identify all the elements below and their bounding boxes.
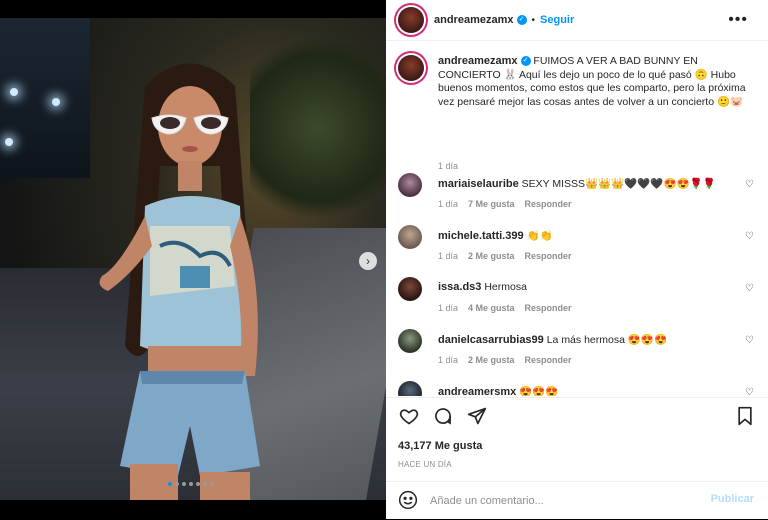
- share-paper-plane-icon[interactable]: [466, 406, 488, 428]
- comment-likes[interactable]: 4 Me gusta: [468, 303, 515, 313]
- comment-meta: 1 día 2 Me gusta Responder: [438, 251, 572, 261]
- street-lamp: [52, 98, 60, 106]
- comment-body: issa.ds3 Hermosa: [438, 281, 527, 293]
- comment-time[interactable]: 1 día: [438, 355, 458, 365]
- like-heart-icon[interactable]: [398, 406, 420, 428]
- comment-text: Hermosa: [484, 281, 527, 293]
- carousel-dot: [168, 482, 172, 486]
- comment-body: michele.tatti.399 👏👏: [438, 229, 553, 242]
- comment-item: issa.ds3 Hermosa 1 día 4 Me gusta Responde…: [398, 277, 758, 321]
- caption-text-block: andreamezamx ✓ FUIMOS A VER A BAD BUNNY E…: [438, 55, 748, 109]
- avatar[interactable]: [398, 55, 424, 81]
- save-bookmark-icon[interactable]: [734, 406, 756, 428]
- comment-body: danielcasarrubias99 La más hermosa 😍😍😍: [438, 333, 667, 346]
- person-figure: [99, 63, 260, 500]
- comment-username[interactable]: mariaiselauribe: [438, 178, 519, 190]
- comment-username[interactable]: andreamersmx: [438, 386, 516, 396]
- comment-username[interactable]: danielcasarrubias99: [438, 334, 544, 346]
- carousel-dot: [203, 482, 207, 486]
- reply-button[interactable]: Responder: [525, 251, 572, 261]
- action-icons: [398, 406, 488, 428]
- comment-item: michele.tatti.399 👏👏 1 día 2 Me gusta Resp…: [398, 225, 758, 269]
- comment-meta: 1 día 4 Me gusta Responder: [438, 303, 572, 313]
- comment-text: 👏👏: [526, 230, 553, 242]
- background-building: [0, 18, 90, 178]
- comment-item: mariaiselauribe SEXY MISSS👑👑👑🖤🖤🖤😍😍🌹🌹 1 d…: [398, 173, 758, 217]
- follow-button[interactable]: Seguir: [540, 14, 574, 26]
- avatar[interactable]: [398, 225, 422, 249]
- avatar[interactable]: [398, 277, 422, 301]
- comment-time[interactable]: 1 día: [438, 251, 458, 261]
- comment-username[interactable]: issa.ds3: [438, 281, 481, 293]
- comment-text: La más hermosa 😍😍😍: [546, 334, 668, 346]
- verified-badge-icon: ✓: [520, 56, 531, 67]
- avatar[interactable]: [398, 7, 424, 33]
- post-photo[interactable]: ›: [0, 18, 386, 500]
- comment-time[interactable]: 1 día: [438, 199, 458, 209]
- carousel-dot: [196, 482, 200, 486]
- like-comment-heart-icon[interactable]: ♡: [745, 335, 754, 346]
- avatar[interactable]: [398, 173, 422, 197]
- post-actions: 43,177 Me gusta HACE UN DÍA Publicar: [386, 397, 768, 516]
- carousel-dot: [189, 482, 193, 486]
- instagram-post-modal: › andreamezamx ✓ • Seguir ••• andreameza…: [0, 0, 768, 519]
- post-details-panel: andreamezamx ✓ • Seguir ••• andreamezamx…: [386, 0, 768, 519]
- add-comment-bar: Publicar: [386, 481, 768, 520]
- more-options-icon[interactable]: •••: [722, 10, 754, 30]
- posted-time[interactable]: HACE UN DÍA: [398, 460, 452, 469]
- separator-dot: •: [531, 14, 536, 26]
- street-lamp: [10, 88, 18, 96]
- carousel-next-button[interactable]: ›: [359, 252, 377, 270]
- comments-list[interactable]: andreamezamx ✓ FUIMOS A VER A BAD BUNNY E…: [386, 41, 768, 396]
- emoji-icon[interactable]: [398, 490, 418, 510]
- likes-count[interactable]: 43,177 Me gusta: [398, 440, 482, 452]
- carousel-dot: [175, 482, 179, 486]
- comment-likes[interactable]: 2 Me gusta: [468, 251, 515, 261]
- caption-username[interactable]: andreamezamx: [438, 55, 518, 67]
- comment-likes[interactable]: 7 Me gusta: [468, 199, 515, 209]
- comment-body: mariaiselauribe SEXY MISSS👑👑👑🖤🖤🖤😍😍🌹🌹: [438, 177, 716, 190]
- like-comment-heart-icon[interactable]: ♡: [745, 387, 754, 396]
- avatar[interactable]: [398, 329, 422, 353]
- comment-body: andreamersmx 😍😍😍: [438, 385, 558, 396]
- carousel-dot: [182, 482, 186, 486]
- comment-item: danielcasarrubias99 La más hermosa 😍😍😍 1…: [398, 329, 758, 373]
- comment-meta: 1 día 7 Me gusta Responder: [438, 199, 572, 209]
- comment-item: andreamersmx 😍😍😍 ♡: [398, 381, 758, 396]
- like-comment-heart-icon[interactable]: ♡: [745, 231, 754, 242]
- comment-text: 😍😍😍: [519, 386, 559, 396]
- carousel-indicator: [168, 482, 214, 486]
- comment-bubble-icon[interactable]: [432, 406, 454, 428]
- comment-input[interactable]: [428, 491, 692, 511]
- post-author-username[interactable]: andreamezamx: [434, 14, 514, 26]
- post-header: andreamezamx ✓ • Seguir •••: [386, 0, 768, 41]
- verified-badge-icon: ✓: [516, 15, 527, 25]
- avatar[interactable]: [398, 381, 422, 396]
- carousel-dot: [210, 482, 214, 486]
- comment-likes[interactable]: 2 Me gusta: [468, 355, 515, 365]
- reply-button[interactable]: Responder: [525, 303, 572, 313]
- like-comment-heart-icon[interactable]: ♡: [745, 179, 754, 190]
- publish-button[interactable]: Publicar: [711, 493, 754, 505]
- reply-button[interactable]: Responder: [525, 355, 572, 365]
- caption-timestamp[interactable]: 1 día: [438, 161, 458, 171]
- like-comment-heart-icon[interactable]: ♡: [745, 283, 754, 294]
- comment-meta: 1 día 2 Me gusta Responder: [438, 355, 572, 365]
- comment-username[interactable]: michele.tatti.399: [438, 230, 524, 242]
- reply-button[interactable]: Responder: [525, 199, 572, 209]
- street-lamp: [5, 138, 13, 146]
- chevron-right-icon: ›: [366, 254, 370, 268]
- comment-time[interactable]: 1 día: [438, 303, 458, 313]
- comment-text: SEXY MISSS👑👑👑🖤🖤🖤😍😍🌹🌹: [521, 178, 716, 190]
